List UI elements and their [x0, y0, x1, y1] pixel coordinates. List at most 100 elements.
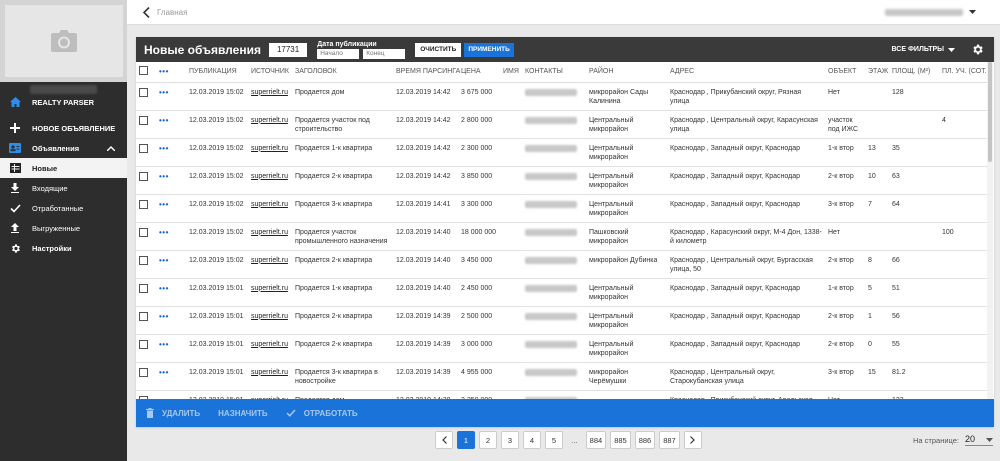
clear-button[interactable]: ОЧИСТИТЬ [415, 42, 462, 57]
source-link[interactable]: superrielt.ru [251, 229, 288, 236]
source-link[interactable]: superrielt.ru [251, 145, 288, 152]
page-button[interactable]: 3 [501, 431, 519, 449]
column-header[interactable]: ВРЕМЯ ПАРСИНГА [393, 62, 460, 83]
row-checkbox[interactable] [139, 199, 148, 209]
page-button[interactable]: 885 [610, 431, 631, 449]
source-link[interactable]: superrielt.ru [251, 201, 288, 208]
avatar[interactable] [4, 5, 123, 77]
ads-table-container[interactable]: ••• ПУБЛИКАЦИЯ ИСТОЧНИК ЗАГОЛОВОК ВРЕМЯ … [136, 62, 994, 399]
table-row[interactable]: ••• 12.03.2019 15:02 superrielt.ru Продаетс… [136, 82, 988, 111]
row-checkbox[interactable] [139, 87, 148, 97]
row-menu-icon[interactable]: ••• [159, 312, 169, 321]
row-menu-icon[interactable]: ••• [159, 368, 169, 377]
assign-button[interactable]: НАЗНАЧИТЬ [218, 409, 268, 418]
next-page-button[interactable] [683, 431, 702, 449]
page-button[interactable]: 887 [659, 431, 680, 449]
page-button[interactable]: 2 [479, 431, 497, 449]
row-menu-icon[interactable]: ••• [159, 88, 169, 97]
scrollbar-thumb[interactable] [988, 62, 992, 162]
column-header[interactable]: ПЛОЩ. (М²) [889, 62, 939, 83]
page-button[interactable]: 5 [545, 431, 563, 449]
all-filters-button[interactable]: ВСЕ ФИЛЬТРЫ [892, 46, 955, 53]
table-row[interactable]: ••• 12.03.2019 15:02 superrielt.ru Продаетс… [136, 166, 988, 195]
back-button[interactable] [135, 6, 157, 18]
column-header[interactable]: ОБЪЕКТ [825, 62, 865, 83]
source-link[interactable]: superrielt.ru [251, 313, 288, 320]
per-page-select[interactable]: 20 [965, 434, 993, 446]
chevron-up-icon[interactable] [107, 145, 115, 151]
table-row[interactable]: ••• 12.03.2019 15:02 superrielt.ru Продаетс… [136, 222, 988, 251]
process-button[interactable]: ОТРАБОТАТЬ [286, 409, 358, 418]
row-menu-icon[interactable]: ••• [159, 172, 169, 181]
column-header[interactable]: РАЙОН [586, 62, 667, 83]
sidebar-item-exported[interactable]: Выгруженные [0, 218, 127, 238]
prev-page-button[interactable] [435, 431, 453, 449]
row-checkbox[interactable] [139, 227, 148, 237]
more-dots-icon[interactable]: ••• [159, 67, 169, 76]
list-icon [9, 163, 21, 173]
table-settings-button[interactable] [971, 43, 984, 56]
table-row[interactable]: ••• 12.03.2019 15:02 superrielt.ru Продаетс… [136, 110, 988, 139]
sidebar-item-new-ad[interactable]: НОВОЕ ОБЪЯВЛЕНИЕ [0, 118, 127, 138]
page-button[interactable]: 886 [634, 431, 656, 449]
row-checkbox[interactable] [139, 115, 148, 125]
row-checkbox[interactable] [139, 283, 148, 293]
row-menu-icon[interactable]: ••• [159, 144, 169, 153]
row-menu-icon[interactable]: ••• [159, 340, 169, 349]
source-link[interactable]: superrielt.ru [251, 285, 288, 292]
date-to-input[interactable] [363, 48, 406, 59]
sidebar-item-new[interactable]: Новые [0, 158, 127, 178]
row-menu-icon[interactable]: ••• [159, 228, 169, 237]
source-link[interactable]: superrielt.ru [251, 369, 288, 376]
row-checkbox[interactable] [139, 171, 148, 181]
breadcrumb[interactable]: Главная [157, 8, 187, 17]
column-header[interactable]: ЗАГОЛОВОК [292, 62, 393, 83]
sidebar-item-incoming[interactable]: Входящие [0, 178, 127, 198]
row-menu-icon[interactable]: ••• [159, 284, 169, 293]
row-menu-icon[interactable]: ••• [159, 200, 169, 209]
cell-area: 66 [889, 250, 939, 279]
source-link[interactable]: superrielt.ru [251, 117, 288, 124]
column-header[interactable]: ЭТАЖ [865, 62, 889, 83]
page-button[interactable]: 4 [523, 431, 541, 449]
row-menu-icon[interactable]: ••• [159, 116, 169, 125]
date-from-input[interactable] [317, 48, 360, 59]
row-checkbox[interactable] [139, 255, 148, 265]
row-checkbox[interactable] [139, 367, 148, 377]
apply-button[interactable]: ПРИМЕНИТЬ [464, 42, 514, 57]
table-row[interactable]: ••• 12.03.2019 15:02 superrielt.ru Продаетс… [136, 250, 988, 279]
row-checkbox[interactable] [139, 311, 148, 321]
table-scrollbar[interactable] [987, 62, 993, 399]
column-header[interactable]: ПЛ. УЧ. (СОТ.) [939, 62, 989, 83]
row-menu-icon[interactable]: ••• [159, 256, 169, 265]
column-header[interactable]: ИСТОЧНИК [248, 62, 292, 83]
table-header-row: ••• ПУБЛИКАЦИЯ ИСТОЧНИК ЗАГОЛОВОК ВРЕМЯ … [136, 62, 989, 83]
user-menu[interactable] [885, 8, 976, 16]
sidebar-item-processed[interactable]: Отработанные [0, 198, 127, 218]
table-row[interactable]: •••12.03.2019 15:01superrielt.ruПродаетс… [136, 278, 988, 307]
sidebar-item-home[interactable]: REALTY PARSER [0, 92, 127, 112]
source-link[interactable]: superrielt.ru [251, 257, 288, 264]
source-link[interactable]: superrielt.ru [251, 173, 288, 180]
sidebar-item-settings[interactable]: Настройки [0, 238, 127, 258]
page-button[interactable]: 1 [457, 431, 475, 449]
sidebar-item-ads[interactable]: Объявления [0, 138, 127, 158]
delete-button[interactable]: УДАЛИТЬ [146, 408, 200, 418]
source-link[interactable]: superrielt.ru [251, 89, 288, 96]
column-header[interactable]: КОНТАКТЫ [522, 62, 586, 83]
table-row[interactable]: •••12.03.2019 15:01superrielt.ruПродаетс… [136, 334, 988, 363]
select-all-checkbox[interactable] [139, 66, 148, 76]
table-row[interactable]: ••• 12.03.2019 15:02 superrielt.ru Продаетс… [136, 194, 988, 223]
column-header[interactable]: ЦЕНА [458, 62, 500, 83]
table-row[interactable]: •••12.03.2019 15:01superrielt.ruПродаетс… [136, 362, 988, 391]
column-header[interactable]: ПУБЛИКАЦИЯ [186, 62, 248, 83]
table-row[interactable]: •••12.03.2019 15:01superrielt.ruПродаетс… [136, 306, 988, 335]
table-row[interactable]: ••• 12.03.2019 15:02 superrielt.ru Продаетс… [136, 138, 988, 167]
source-link[interactable]: superrielt.ru [251, 341, 288, 348]
table-row[interactable]: •••12.03.2019 15:01superrielt.ruПродаетс… [136, 390, 988, 399]
column-header[interactable]: ИМЯ [500, 62, 522, 83]
row-checkbox[interactable] [139, 143, 148, 153]
page-button[interactable]: 884 [585, 431, 607, 449]
column-header[interactable]: АДРЕС [667, 62, 825, 83]
row-checkbox[interactable] [139, 339, 148, 349]
